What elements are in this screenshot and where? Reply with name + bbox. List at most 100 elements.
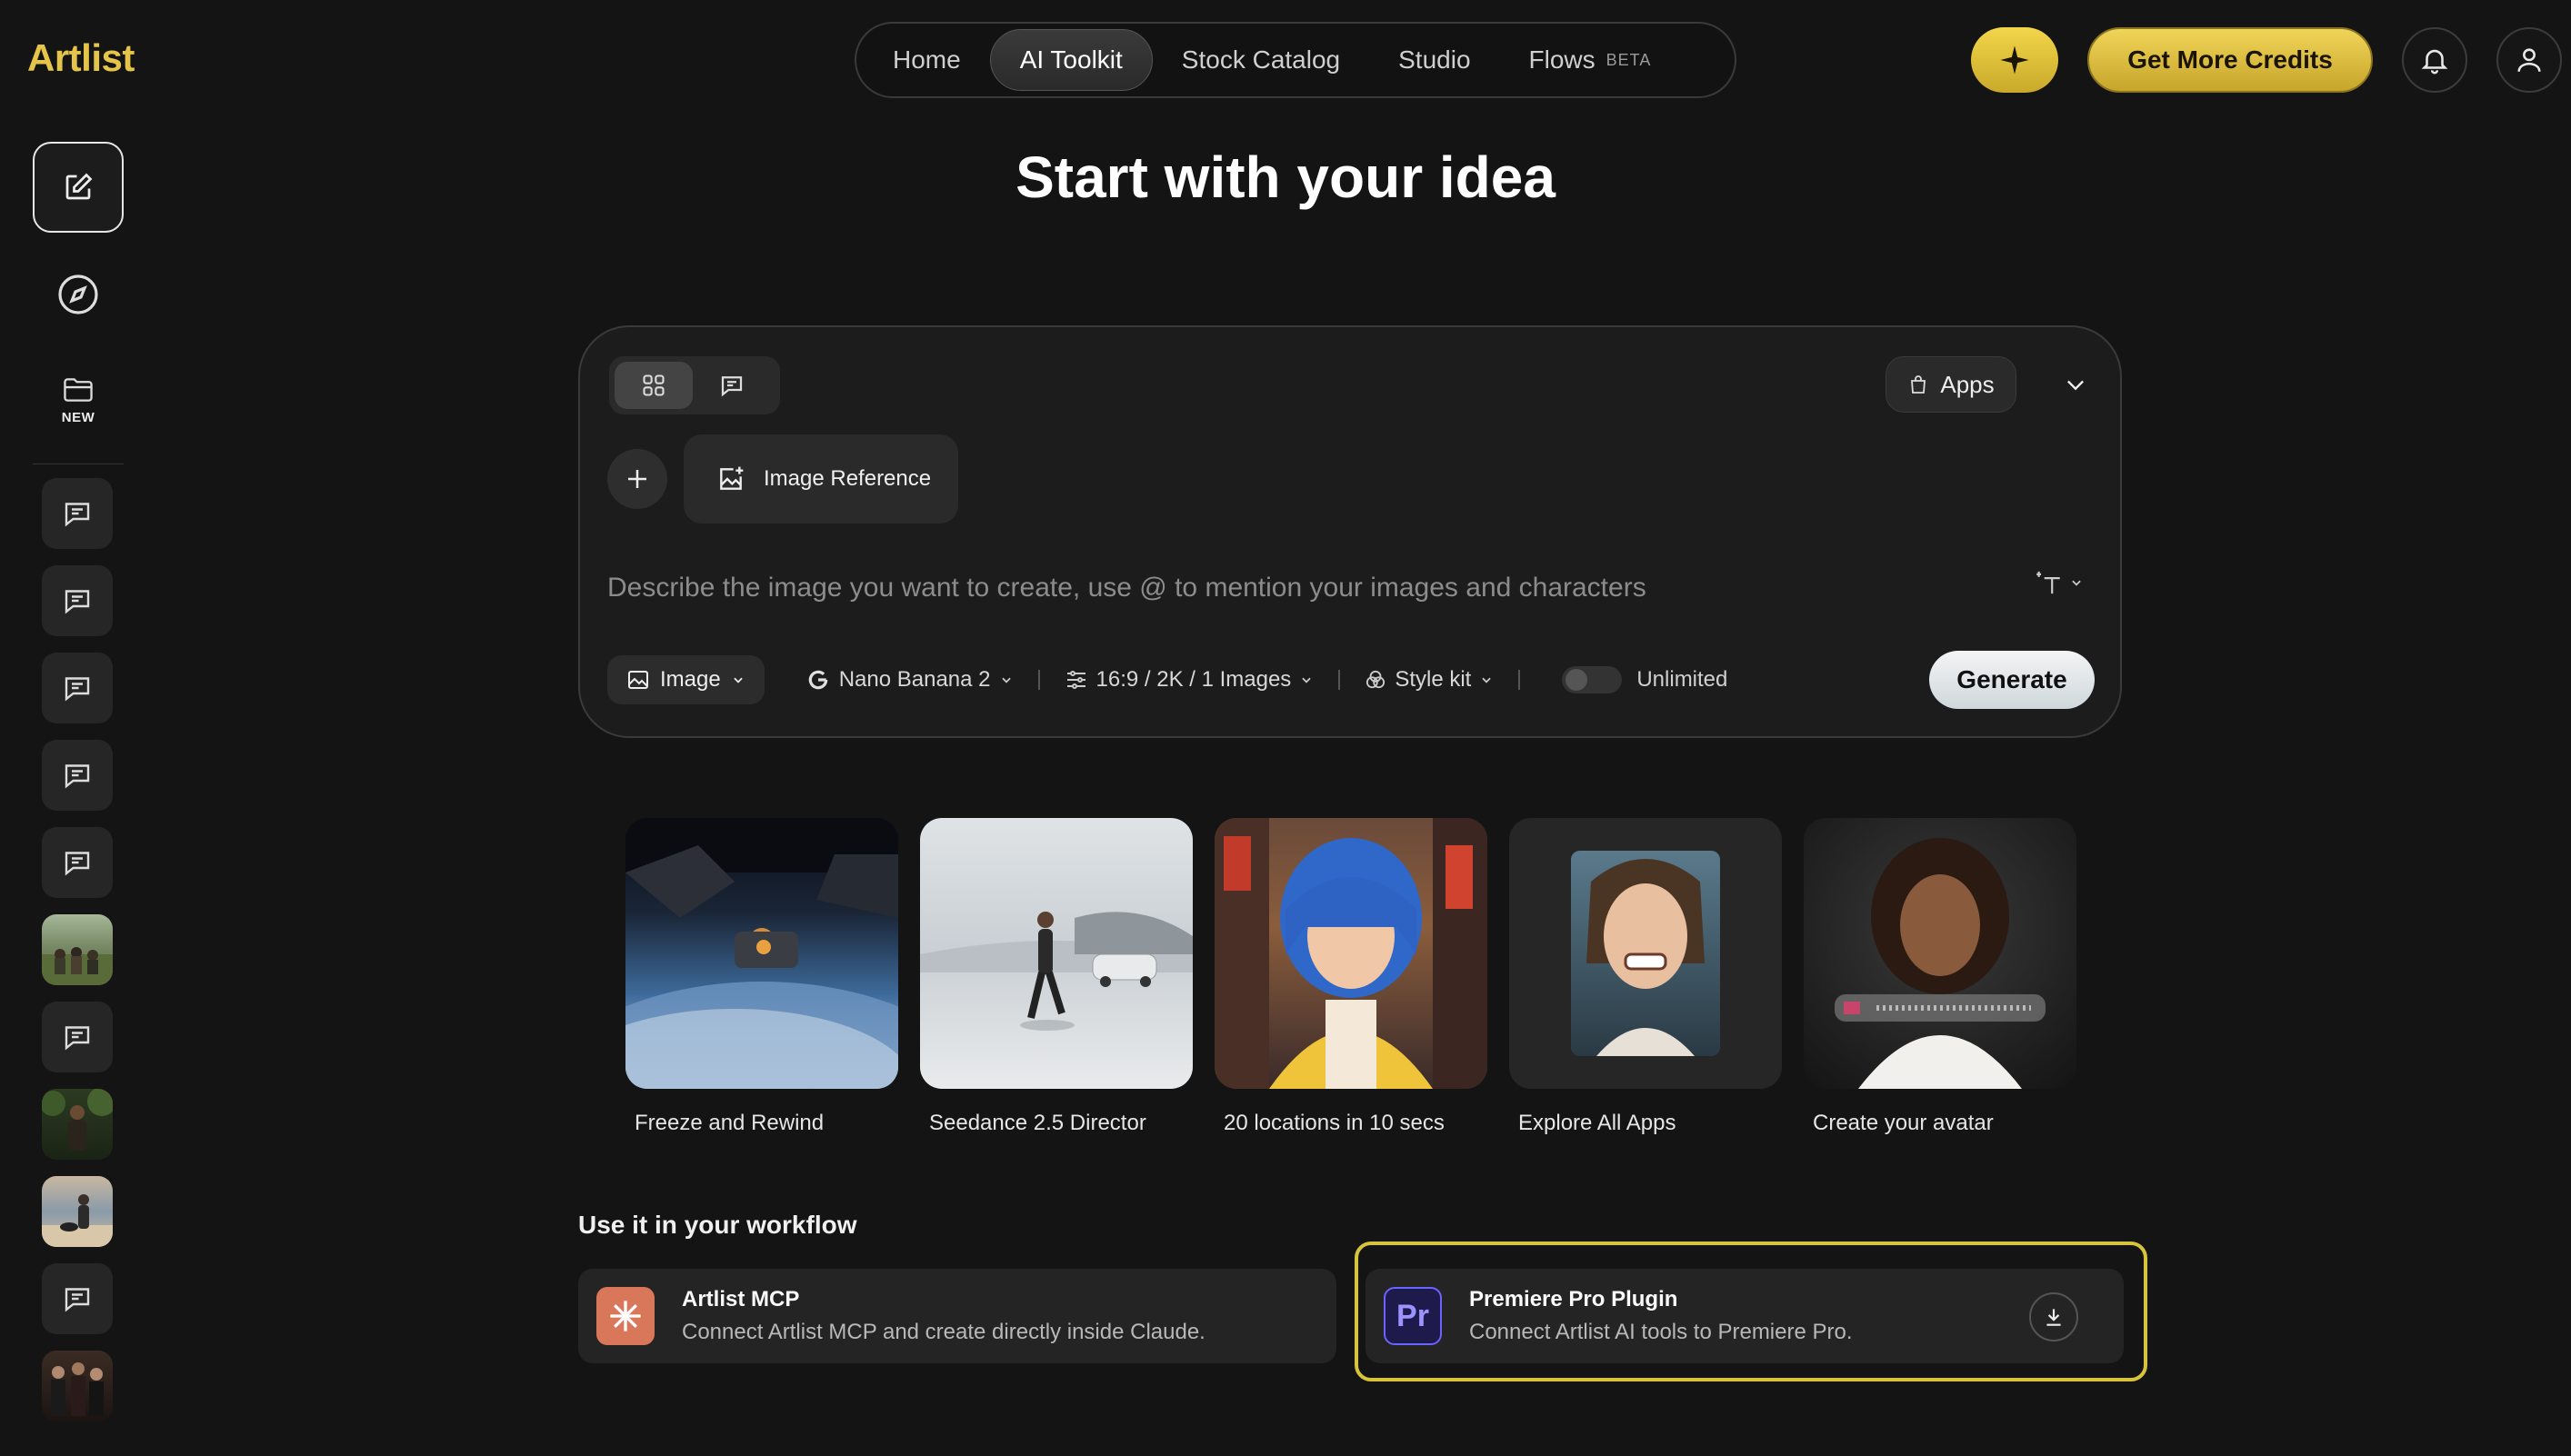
explore-button[interactable] <box>42 258 115 331</box>
nav-flows[interactable]: Flows BETA <box>1500 29 1681 91</box>
history-chat-item[interactable] <box>42 653 113 723</box>
premiere-pro-name: Premiere Pro Plugin <box>1469 1287 1678 1311</box>
chevron-down-icon <box>1001 677 1011 683</box>
explore-apps-image <box>1509 818 1782 1089</box>
text-style-button[interactable] <box>2027 560 2091 605</box>
chat-icon <box>65 677 90 702</box>
bag-icon <box>1911 375 1926 394</box>
nav-stock-catalog-label: Stock Catalog <box>1181 45 1341 74</box>
nav-ai-toolkit-label: AI Toolkit <box>1019 45 1123 74</box>
history-image-thumbnail[interactable] <box>42 1351 113 1421</box>
seedance-director-image <box>920 818 1193 1089</box>
chevron-down-icon <box>2072 580 2081 586</box>
unlimited-label: Unlimited <box>1636 667 1728 692</box>
image-reference-button[interactable]: Image Reference <box>684 434 958 524</box>
nav-stock-catalog[interactable]: Stock Catalog <box>1153 29 1369 91</box>
notifications-button[interactable] <box>2402 27 2467 93</box>
model-label: Nano Banana 2 <box>838 667 991 692</box>
account-button[interactable] <box>2496 27 2562 93</box>
download-plugin-button[interactable] <box>2029 1292 2078 1341</box>
chevron-down-icon <box>1302 677 1312 683</box>
history-chat-item[interactable] <box>42 565 113 636</box>
chat-icon <box>65 590 90 614</box>
artlist-mcp-desc: Connect Artlist MCP and create directly … <box>682 1320 1205 1344</box>
chat-icon <box>721 376 743 397</box>
chat-icon <box>65 852 90 876</box>
feature-card[interactable]: Freeze and Rewind <box>625 818 898 1136</box>
compass-icon <box>58 274 98 314</box>
apps-button[interactable]: Apps <box>1886 356 2016 413</box>
text-style-icon <box>2036 571 2060 594</box>
beach-scene-image <box>42 1194 113 1247</box>
download-icon <box>2046 1309 2061 1326</box>
options-divider <box>1338 670 1341 690</box>
media-type-label: Image <box>660 667 721 692</box>
chat-icon <box>65 1288 90 1312</box>
history-image-thumbnail[interactable] <box>42 914 113 985</box>
chevron-down-icon <box>734 677 743 683</box>
artlist-logo[interactable]: Artlist <box>27 36 135 80</box>
prompt-input[interactable] <box>607 565 1971 611</box>
folder-icon <box>64 377 93 402</box>
history-chat-item[interactable] <box>42 1263 113 1334</box>
sidebar: NEW <box>0 127 155 1456</box>
style-kit-select[interactable]: Style kit <box>1366 667 1493 693</box>
feature-card-label: Create your avatar <box>1813 1111 1994 1135</box>
history-image-thumbnail[interactable] <box>42 1089 113 1160</box>
feature-card-label: Explore All Apps <box>1518 1111 1676 1135</box>
artlist-mcp-text: Artlist MCP Connect Artlist MCP and crea… <box>682 1287 1205 1345</box>
collapse-panel-button[interactable] <box>2055 364 2096 405</box>
feature-card[interactable]: 20 locations in 10 secs <box>1215 818 1487 1136</box>
folder-new-badge: NEW <box>61 409 95 425</box>
output-settings-label: 16:9 / 2K / 1 Images <box>1095 667 1292 692</box>
sparkle-icon <box>2000 45 2029 75</box>
premiere-pro-icon: Pr <box>1384 1287 1442 1345</box>
nav-studio[interactable]: Studio <box>1369 29 1499 91</box>
page-title: Start with your idea <box>1015 145 1556 210</box>
nav-ai-toolkit[interactable]: AI Toolkit <box>989 29 1153 91</box>
premiere-pro-desc: Connect Artlist AI tools to Premiere Pro… <box>1469 1320 1853 1344</box>
options-divider <box>1037 670 1040 690</box>
nav-home[interactable]: Home <box>864 29 990 91</box>
premiere-pro-plugin-card[interactable]: Pr Premiere Pro Plugin Connect Artlist A… <box>1366 1269 2124 1363</box>
add-image-icon <box>720 466 744 490</box>
nav-home-label: Home <box>893 45 961 74</box>
palette-icon <box>1366 670 1386 689</box>
image-reference-label: Image Reference <box>764 466 932 491</box>
feature-card[interactable]: Create your avatar <box>1804 818 2076 1136</box>
image-icon <box>628 671 648 689</box>
output-settings-select[interactable]: 16:9 / 2K / 1 Images <box>1065 667 1314 693</box>
chat-mode-button[interactable] <box>693 362 771 409</box>
projects-folder-button[interactable]: NEW <box>42 364 115 436</box>
feature-card[interactable]: Seedance 2.5 Director <box>920 818 1193 1136</box>
bell-icon <box>2421 49 2448 75</box>
nav-flows-label: Flows <box>1528 45 1596 74</box>
apps-label: Apps <box>1940 370 1995 398</box>
chat-icon <box>65 1026 90 1051</box>
premiere-pro-icon-text: Pr <box>1396 1298 1429 1333</box>
artlist-mcp-icon <box>596 1287 655 1345</box>
get-more-credits-button[interactable]: Get More Credits <box>2087 27 2373 93</box>
feature-card-label: Freeze and Rewind <box>635 1111 825 1135</box>
feature-card[interactable]: Explore All Apps <box>1509 818 1782 1136</box>
media-type-select[interactable]: Image <box>607 655 765 704</box>
history-chat-item[interactable] <box>42 1002 113 1072</box>
feature-card-label: 20 locations in 10 secs <box>1224 1111 1445 1135</box>
history-chat-item[interactable] <box>42 827 113 898</box>
nav-studio-label: Studio <box>1398 45 1471 74</box>
generate-button[interactable]: Generate <box>1929 651 2095 709</box>
history-chat-item[interactable] <box>42 740 113 811</box>
history-image-thumbnail[interactable] <box>42 1176 113 1247</box>
grid-mode-button[interactable] <box>615 362 693 409</box>
user-icon <box>2517 48 2541 72</box>
add-attachment-button[interactable] <box>607 449 667 509</box>
chevron-down-icon <box>2067 380 2084 391</box>
artlist-mcp-card[interactable]: Artlist MCP Connect Artlist MCP and crea… <box>578 1269 1336 1363</box>
city-portrait-image <box>1215 818 1487 1089</box>
beta-badge: BETA <box>1606 50 1652 69</box>
ai-assistant-button[interactable] <box>1971 27 2058 93</box>
unlimited-toggle[interactable] <box>1562 666 1623 693</box>
group-scene-image <box>51 1362 104 1416</box>
model-select[interactable]: Nano Banana 2 <box>806 667 1013 693</box>
history-chat-item[interactable] <box>42 478 113 549</box>
